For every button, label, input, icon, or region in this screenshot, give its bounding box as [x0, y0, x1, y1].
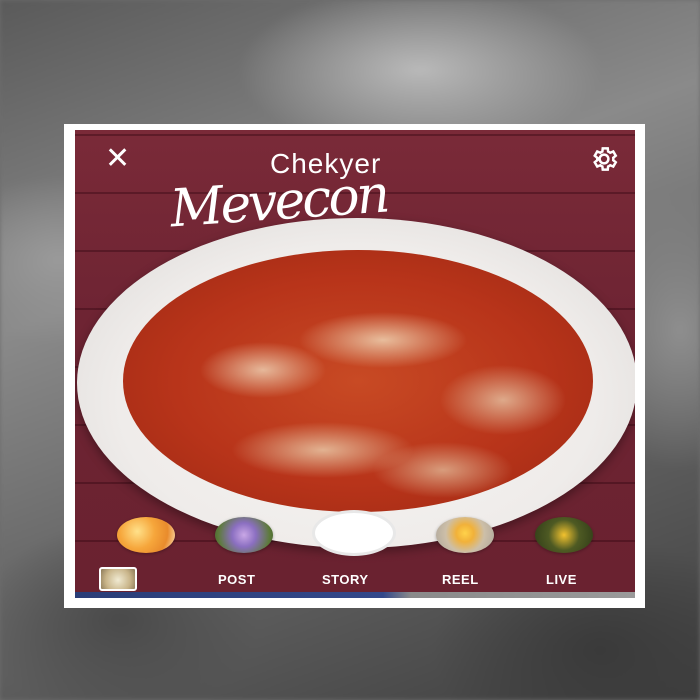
phone-frame: ✕ Chekyer Mevecon POST STORY REEL LIVE: [64, 124, 645, 608]
yellow-flowers-filter[interactable]: [535, 517, 593, 553]
orange-slices-filter[interactable]: [117, 517, 175, 553]
mode-live[interactable]: LIVE: [546, 572, 577, 587]
handwritten-title: Mevecon: [168, 164, 389, 240]
camera-viewfinder: ✕ Chekyer Mevecon POST STORY REEL LIVE: [75, 130, 635, 598]
purple-flowers-filter[interactable]: [215, 517, 273, 553]
citrus-filter[interactable]: [436, 517, 494, 553]
bottom-strip: [75, 592, 635, 598]
food-image: [123, 250, 593, 512]
mode-reel[interactable]: REEL: [442, 572, 479, 587]
close-icon[interactable]: ✕: [105, 144, 130, 174]
capture-button[interactable]: [312, 510, 396, 556]
gear-icon[interactable]: [589, 144, 619, 174]
mode-story[interactable]: STORY: [322, 572, 369, 587]
mode-post[interactable]: POST: [218, 572, 255, 587]
mode-selector: POST STORY REEL LIVE: [75, 572, 635, 592]
filter-carousel: [75, 510, 635, 560]
